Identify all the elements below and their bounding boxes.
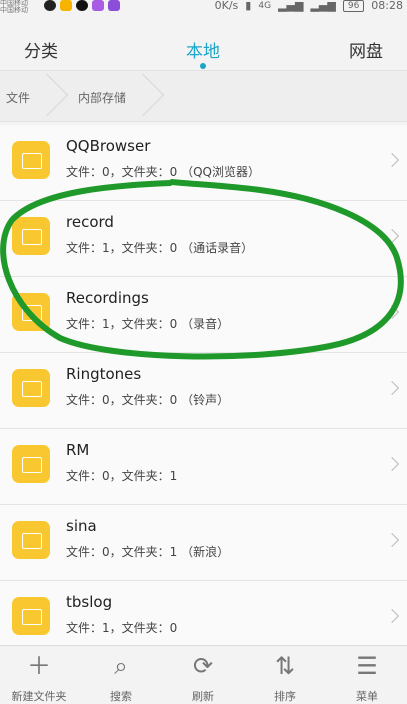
breadcrumb-files[interactable]: 文件 xyxy=(6,89,30,106)
list-item[interactable]: RM 文件：0，文件夹：1 xyxy=(0,429,407,505)
list-item[interactable]: sina 文件：0，文件夹：1 （新浪） xyxy=(0,505,407,581)
folder-meta: 文件：0，文件夹：1 （新浪） xyxy=(66,545,230,559)
signal-bars-icon: ▂▄▆ xyxy=(278,0,304,12)
top-tabs: 分类 本地 网盘 xyxy=(0,15,407,70)
app-icon-violet xyxy=(108,0,120,11)
folder-icon xyxy=(12,217,50,255)
search-label: 搜索 xyxy=(110,690,132,703)
folder-meta: 文件：1，文件夹：0 （通话录音） xyxy=(66,241,254,255)
new-folder-button[interactable]: ＋ 新建文件夹 xyxy=(4,652,74,704)
qq-icon xyxy=(44,0,56,11)
list-item[interactable]: Ringtones 文件：0，文件夹：0 （铃声） xyxy=(0,353,407,429)
search-button[interactable]: ⌕ 搜索 xyxy=(86,652,156,704)
menu-icon: ☰ xyxy=(356,652,378,680)
list-item[interactable]: tbslog 文件：1，文件夹：0 xyxy=(0,581,407,645)
signal-icon: ▮ xyxy=(245,0,252,12)
folder-meta: 文件：0，文件夹：0 （QQ浏览器） xyxy=(66,165,260,179)
menu-label: 菜单 xyxy=(356,690,378,703)
chevron-right-icon xyxy=(384,304,400,320)
chevron-right-icon xyxy=(384,608,400,624)
refresh-label: 刷新 xyxy=(192,690,214,703)
list-item[interactable]: QQBrowser 文件：0，文件夹：0 （QQ浏览器） xyxy=(0,125,407,201)
notification-icons xyxy=(44,0,120,11)
plus-icon: ＋ xyxy=(27,652,51,680)
list-item[interactable]: Recordings 文件：1，文件夹：0 （录音） xyxy=(0,277,407,353)
sort-label: 排序 xyxy=(274,690,296,703)
refresh-button[interactable]: ⟳ 刷新 xyxy=(168,652,238,704)
refresh-icon: ⟳ xyxy=(192,652,214,680)
folder-icon xyxy=(12,521,50,559)
folder-meta: 文件：1，文件夹：0 （录音） xyxy=(66,317,230,331)
battery-level: 96 xyxy=(342,0,365,12)
network-speed: 0K/s xyxy=(214,0,239,12)
sort-button[interactable]: ⇅ 排序 xyxy=(250,652,320,704)
folder-meta: 文件：0，文件夹：0 （铃声） xyxy=(66,393,230,407)
breadcrumb-separator-icon xyxy=(121,73,165,117)
app-icon-red xyxy=(76,0,88,11)
list-item[interactable]: record 文件：1，文件夹：0 （通话录音） xyxy=(0,201,407,277)
folder-name: Recordings xyxy=(66,289,149,307)
chevron-right-icon xyxy=(384,380,400,396)
app-icon-purple xyxy=(92,0,104,11)
folder-name: Ringtones xyxy=(66,365,142,383)
bottom-toolbar: ＋ 新建文件夹 ⌕ 搜索 ⟳ 刷新 ⇅ 排序 ☰ 菜单 xyxy=(0,645,407,703)
chevron-right-icon xyxy=(384,228,400,244)
folder-icon xyxy=(12,597,50,635)
chevron-right-icon xyxy=(384,456,400,472)
active-tab-indicator xyxy=(200,63,206,69)
folder-icon xyxy=(12,445,50,483)
chevron-right-icon xyxy=(384,152,400,168)
folder-name: QQBrowser xyxy=(66,137,151,155)
search-icon: ⌕ xyxy=(114,652,128,680)
folder-icon xyxy=(12,141,50,179)
sort-icon: ⇅ xyxy=(274,652,296,680)
app-icon-yellow xyxy=(60,0,72,11)
folder-meta: 文件：1，文件夹：0 xyxy=(66,621,178,635)
network-type: 4G xyxy=(258,1,272,11)
carrier-bottom: 中国移动 xyxy=(0,6,28,14)
chevron-right-icon xyxy=(384,532,400,548)
folder-icon xyxy=(12,369,50,407)
folder-name: RM xyxy=(66,441,90,459)
menu-button[interactable]: ☰ 菜单 xyxy=(332,652,402,704)
clock: 08:28 xyxy=(371,0,403,12)
breadcrumb: 文件 内部存储 xyxy=(0,70,407,122)
tab-cloud[interactable]: 网盘 xyxy=(349,37,383,62)
carrier-label: 中国移动 中国移动 xyxy=(0,0,28,14)
status-bar: 中国移动 中国移动 0K/s ▮ 4G ▂▄▆ ▂▄▆ 96 08:28 xyxy=(0,0,407,15)
new-folder-label: 新建文件夹 xyxy=(11,690,67,703)
folder-name: tbslog xyxy=(66,593,113,611)
file-list: QQBrowser 文件：0，文件夹：0 （QQ浏览器） record 文件：1… xyxy=(0,125,407,645)
breadcrumb-internal-storage[interactable]: 内部存储 xyxy=(78,89,126,106)
system-status: 0K/s ▮ 4G ▂▄▆ ▂▄▆ 96 08:28 xyxy=(215,0,403,12)
tab-category[interactable]: 分类 xyxy=(24,37,58,62)
folder-name: record xyxy=(66,213,114,231)
folder-icon xyxy=(12,293,50,331)
tab-local[interactable]: 本地 xyxy=(186,37,220,62)
signal-bars-icon-2: ▂▄▆ xyxy=(310,0,336,12)
folder-meta: 文件：0，文件夹：1 xyxy=(66,469,178,483)
breadcrumb-separator-icon xyxy=(25,73,69,117)
folder-name: sina xyxy=(66,517,97,535)
